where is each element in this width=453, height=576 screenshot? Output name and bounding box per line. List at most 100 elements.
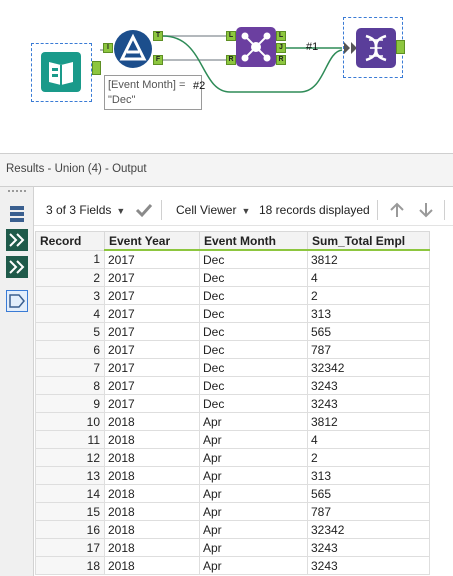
cell-event-month[interactable]: Apr bbox=[199, 556, 308, 575]
column-header-event-month[interactable]: Event Month bbox=[199, 231, 308, 251]
cell-sum-total-empl[interactable]: 3812 bbox=[307, 412, 430, 431]
join-right-output-anchor[interactable]: R bbox=[276, 55, 286, 65]
cell-record[interactable]: 15 bbox=[35, 502, 105, 521]
cell-event-month[interactable]: Dec bbox=[199, 376, 308, 395]
cell-event-year[interactable]: 2017 bbox=[104, 394, 200, 413]
cell-event-year[interactable]: 2017 bbox=[104, 268, 200, 287]
cell-event-year[interactable]: 2017 bbox=[104, 249, 200, 269]
cell-record[interactable]: 12 bbox=[35, 448, 105, 467]
table-row[interactable]: 6 2017 Dec 787 bbox=[35, 340, 430, 359]
cell-event-month[interactable]: Dec bbox=[199, 322, 308, 341]
cell-event-month[interactable]: Dec bbox=[199, 286, 308, 305]
cell-event-year[interactable]: 2018 bbox=[104, 520, 200, 539]
join-right-input-anchor[interactable]: R bbox=[226, 55, 236, 65]
cell-record[interactable]: 4 bbox=[35, 304, 105, 323]
cell-record[interactable]: 8 bbox=[35, 376, 105, 395]
arrow-down-icon[interactable] bbox=[417, 201, 435, 219]
cell-record[interactable]: 9 bbox=[35, 394, 105, 413]
cell-record[interactable]: 1 bbox=[35, 249, 105, 269]
union-output-anchor[interactable] bbox=[396, 40, 405, 54]
cell-event-year[interactable]: 2017 bbox=[104, 322, 200, 341]
cell-event-month[interactable]: Apr bbox=[199, 538, 308, 557]
cell-event-month[interactable]: Apr bbox=[199, 502, 308, 521]
cell-sum-total-empl[interactable]: 3243 bbox=[307, 538, 430, 557]
cell-record[interactable]: 5 bbox=[35, 322, 105, 341]
table-row[interactable]: 3 2017 Dec 2 bbox=[35, 286, 430, 305]
cell-sum-total-empl[interactable]: 4 bbox=[307, 268, 430, 287]
cell-event-year[interactable]: 2018 bbox=[104, 502, 200, 521]
cell-event-year[interactable]: 2018 bbox=[104, 430, 200, 449]
column-header-event-year[interactable]: Event Year bbox=[104, 231, 200, 251]
table-row[interactable]: 11 2018 Apr 4 bbox=[35, 430, 430, 449]
cell-record[interactable]: 7 bbox=[35, 358, 105, 377]
arrow-up-icon[interactable] bbox=[388, 201, 406, 219]
filter-false-anchor[interactable]: F bbox=[153, 55, 163, 65]
cell-event-month[interactable]: Dec bbox=[199, 249, 308, 269]
cell-viewer-selector[interactable]: Cell Viewer ▼ bbox=[176, 203, 250, 217]
cell-event-year[interactable]: 2018 bbox=[104, 448, 200, 467]
cell-record[interactable]: 10 bbox=[35, 412, 105, 431]
drag-grip-icon[interactable] bbox=[8, 190, 26, 194]
join-left-input-anchor[interactable]: L bbox=[226, 31, 236, 41]
join-tool-icon[interactable] bbox=[236, 27, 276, 67]
cell-event-month[interactable]: Apr bbox=[199, 466, 308, 485]
filter-input-anchor[interactable]: I bbox=[103, 43, 113, 53]
table-row[interactable]: 9 2017 Dec 3243 bbox=[35, 394, 430, 413]
join-join-output-anchor[interactable]: J bbox=[276, 43, 286, 53]
results-grid[interactable]: Record Event Year Event Month Sum_Total … bbox=[35, 231, 430, 575]
union-tool[interactable] bbox=[343, 17, 403, 78]
input-tool[interactable] bbox=[31, 43, 92, 102]
filter-tool-icon[interactable] bbox=[113, 29, 153, 69]
cell-sum-total-empl[interactable]: 313 bbox=[307, 304, 430, 323]
apply-checkmark-icon[interactable] bbox=[135, 202, 153, 218]
cell-event-month[interactable]: Dec bbox=[199, 394, 308, 413]
cell-sum-total-empl[interactable]: 787 bbox=[307, 502, 430, 521]
table-row[interactable]: 4 2017 Dec 313 bbox=[35, 304, 430, 323]
fields-selector[interactable]: 3 of 3 Fields ▼ bbox=[46, 203, 125, 217]
cell-event-month[interactable]: Dec bbox=[199, 340, 308, 359]
cell-sum-total-empl[interactable]: 787 bbox=[307, 340, 430, 359]
cell-event-year[interactable]: 2017 bbox=[104, 376, 200, 395]
cell-record[interactable]: 3 bbox=[35, 286, 105, 305]
cell-event-year[interactable]: 2017 bbox=[104, 304, 200, 323]
table-row[interactable]: 14 2018 Apr 565 bbox=[35, 484, 430, 503]
column-header-record[interactable]: Record bbox=[35, 231, 105, 251]
cell-event-year[interactable]: 2018 bbox=[104, 538, 200, 557]
tag-icon[interactable] bbox=[6, 290, 28, 312]
cell-record[interactable]: 13 bbox=[35, 466, 105, 485]
cell-record[interactable]: 18 bbox=[35, 556, 105, 575]
cell-record[interactable]: 11 bbox=[35, 430, 105, 449]
expand-output-1-icon[interactable] bbox=[6, 229, 28, 251]
table-row[interactable]: 15 2018 Apr 787 bbox=[35, 502, 430, 521]
table-row[interactable]: 8 2017 Dec 3243 bbox=[35, 376, 430, 395]
cell-event-month[interactable]: Dec bbox=[199, 304, 308, 323]
cell-record[interactable]: 2 bbox=[35, 268, 105, 287]
cell-event-year[interactable]: 2018 bbox=[104, 484, 200, 503]
table-row[interactable]: 5 2017 Dec 565 bbox=[35, 322, 430, 341]
cell-record[interactable]: 14 bbox=[35, 484, 105, 503]
cell-sum-total-empl[interactable]: 3243 bbox=[307, 394, 430, 413]
expand-output-2-icon[interactable] bbox=[6, 256, 28, 278]
cell-event-year[interactable]: 2018 bbox=[104, 556, 200, 575]
cell-event-month[interactable]: Apr bbox=[199, 412, 308, 431]
cell-event-year[interactable]: 2018 bbox=[104, 412, 200, 431]
cell-sum-total-empl[interactable]: 32342 bbox=[307, 358, 430, 377]
cell-sum-total-empl[interactable]: 32342 bbox=[307, 520, 430, 539]
cell-record[interactable]: 6 bbox=[35, 340, 105, 359]
workflow-canvas[interactable]: I T F [Event Month] = "Dec" #2 L R L J R… bbox=[0, 0, 453, 154]
cell-record[interactable]: 17 bbox=[35, 538, 105, 557]
table-row[interactable]: 7 2017 Dec 32342 bbox=[35, 358, 430, 377]
table-row[interactable]: 10 2018 Apr 3812 bbox=[35, 412, 430, 431]
cell-event-month[interactable]: Dec bbox=[199, 358, 308, 377]
cell-event-month[interactable]: Apr bbox=[199, 520, 308, 539]
table-row[interactable]: 17 2018 Apr 3243 bbox=[35, 538, 430, 557]
cell-event-year[interactable]: 2018 bbox=[104, 466, 200, 485]
cell-event-month[interactable]: Dec bbox=[199, 268, 308, 287]
cell-sum-total-empl[interactable]: 565 bbox=[307, 484, 430, 503]
column-header-sum-total-empl[interactable]: Sum_Total Empl bbox=[307, 231, 430, 251]
table-row[interactable]: 2 2017 Dec 4 bbox=[35, 268, 430, 287]
cell-sum-total-empl[interactable]: 3243 bbox=[307, 556, 430, 575]
cell-event-month[interactable]: Apr bbox=[199, 484, 308, 503]
cell-event-month[interactable]: Apr bbox=[199, 448, 308, 467]
cell-event-month[interactable]: Apr bbox=[199, 430, 308, 449]
